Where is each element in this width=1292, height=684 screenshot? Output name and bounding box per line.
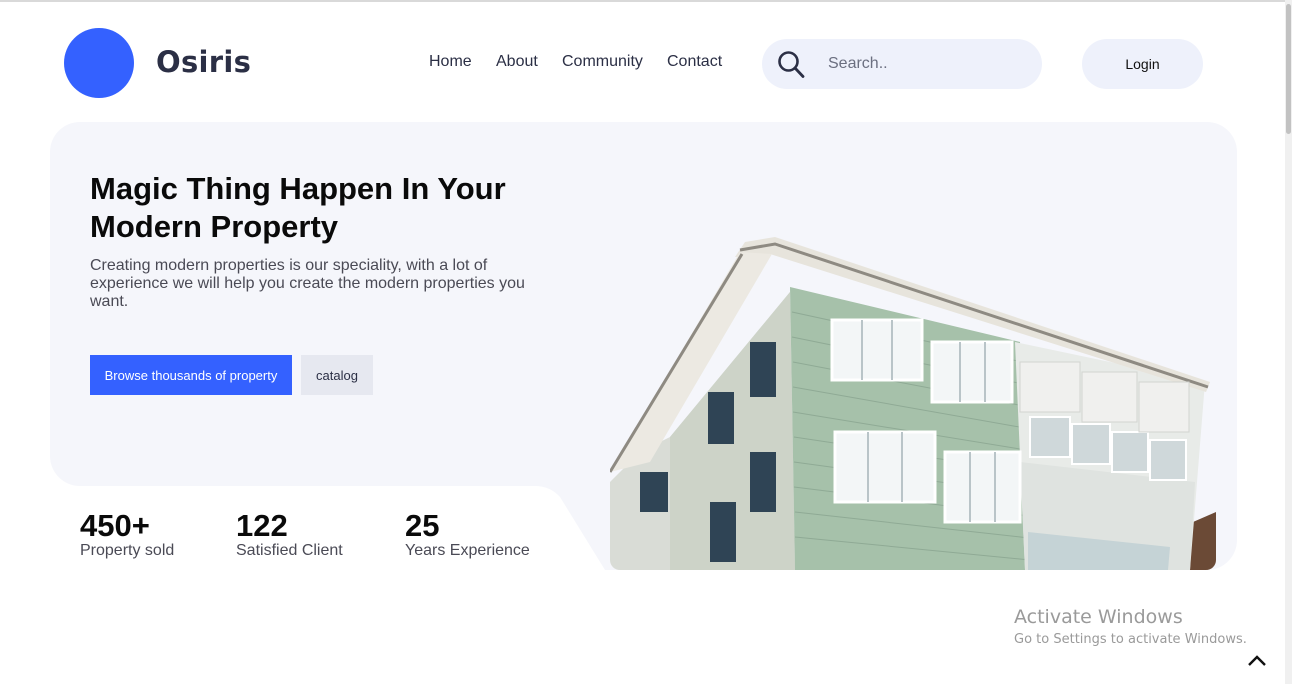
nav-community[interactable]: Community [562, 53, 643, 71]
stat-label: Satisfied Client [236, 542, 343, 559]
stat-value: 450+ [80, 508, 150, 543]
login-button[interactable]: Login [1082, 39, 1203, 89]
brand-name[interactable]: Osiris [156, 45, 251, 79]
search-icon[interactable] [776, 49, 806, 79]
activate-windows-subtitle: Go to Settings to activate Windows. [1014, 632, 1247, 647]
stat-value: 25 [405, 508, 440, 543]
search-input[interactable] [828, 52, 1018, 76]
scrollbar[interactable] [1285, 0, 1292, 684]
search-bar [762, 39, 1042, 89]
nav-home[interactable]: Home [429, 53, 472, 71]
top-border [0, 0, 1292, 2]
hero-title: Magic Thing Happen In Your Modern Proper… [90, 171, 506, 244]
stat-satisfied-client: 122 Satisfied Client [236, 508, 343, 560]
stat-property-sold: 450+ Property sold [80, 508, 174, 560]
nav-contact[interactable]: Contact [667, 53, 722, 71]
browse-property-button[interactable]: Browse thousands of property [90, 355, 292, 395]
scrollbar-thumb[interactable] [1286, 4, 1291, 134]
hero-description: Creating modern properties is our specia… [90, 257, 525, 310]
catalog-button[interactable]: catalog [301, 355, 373, 395]
stat-value: 122 [236, 508, 288, 543]
building-image [610, 232, 1216, 570]
activate-windows-title: Activate Windows [1014, 606, 1183, 628]
logo-icon[interactable] [64, 28, 134, 98]
chevron-up-icon[interactable] [1246, 652, 1268, 670]
stat-years-experience: 25 Years Experience [405, 508, 530, 560]
stat-label: Property sold [80, 542, 175, 559]
nav-about[interactable]: About [496, 53, 538, 71]
stat-label: Years Experience [405, 542, 530, 559]
